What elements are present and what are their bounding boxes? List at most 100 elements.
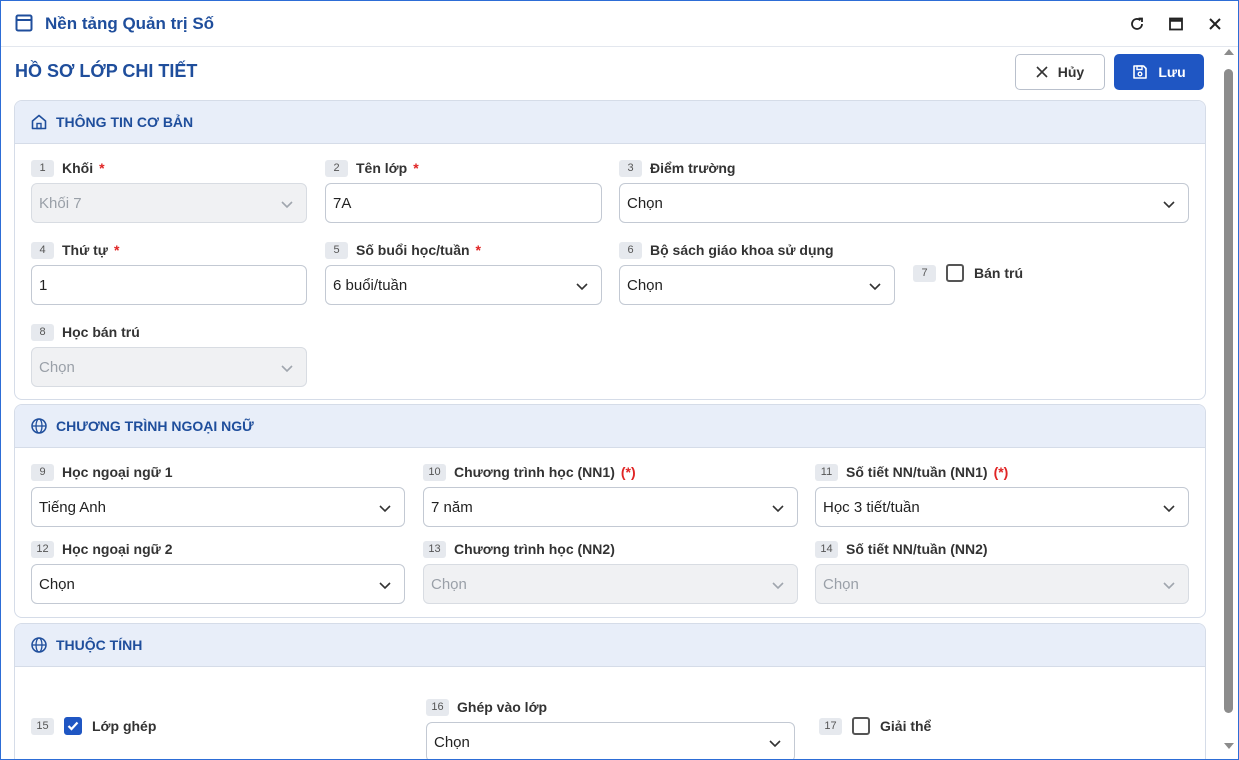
field-number: 5	[325, 241, 348, 259]
order-input[interactable]: 1	[31, 265, 307, 305]
field-number: 7	[913, 264, 936, 282]
field-label: Thứ tự	[62, 242, 108, 258]
sessions-field: 5 Số buổi học/tuần * 6 buổi/tuần	[325, 240, 602, 307]
globe-icon	[31, 637, 47, 653]
globe-icon	[31, 418, 47, 434]
required-marker: *	[99, 160, 105, 176]
required-marker: *	[413, 160, 419, 176]
program2-field: 13 Chương trình học (NN2) Chọn	[423, 539, 798, 606]
sessions-select[interactable]: 6 buổi/tuần	[325, 265, 602, 305]
section-header: THÔNG TIN CƠ BẢN	[15, 101, 1205, 144]
field-number: 14	[815, 540, 838, 558]
field-label: Số buổi học/tuần	[356, 242, 470, 258]
required-marker: *	[475, 242, 481, 258]
section-title: CHƯƠNG TRÌNH NGOẠI NGỮ	[56, 418, 254, 434]
boarding-checkbox[interactable]	[946, 264, 964, 282]
scroll-up-icon[interactable]	[1223, 47, 1235, 57]
periods1-select[interactable]: Học 3 tiết/tuần	[815, 487, 1189, 527]
program1-select[interactable]: 7 năm	[423, 487, 798, 527]
section-header: CHƯƠNG TRÌNH NGOẠI NGỮ	[15, 405, 1205, 448]
field-number: 3	[619, 159, 642, 177]
input-value: 7A	[333, 194, 352, 212]
select-value: 6 buổi/tuần	[333, 276, 408, 294]
grade-select[interactable]: Khối 7	[31, 183, 307, 223]
chevron-down-icon	[576, 283, 588, 291]
field-number: 1	[31, 159, 54, 177]
periods1-field: 11 Số tiết NN/tuần (NN1) (*) Học 3 tiết/…	[815, 462, 1189, 529]
language1-field: 9 Học ngoại ngữ 1 Tiếng Anh	[31, 462, 405, 529]
select-value: Khối 7	[39, 194, 82, 212]
floppy-disk-icon	[1133, 65, 1148, 79]
close-icon[interactable]	[1207, 16, 1223, 32]
field-number: 13	[423, 540, 446, 558]
class-name-field: 2 Tên lớp * 7A	[325, 158, 602, 225]
chevron-down-icon	[281, 201, 293, 209]
chevron-down-icon	[1163, 201, 1175, 209]
periods2-field: 14 Số tiết NN/tuần (NN2) Chọn	[815, 539, 1189, 606]
campus-select[interactable]: Chọn	[619, 183, 1189, 223]
field-label: Học bán trú	[62, 324, 140, 340]
field-number: 15	[31, 717, 54, 735]
section-header: THUỘC TÍNH	[15, 624, 1205, 667]
select-value: Tiếng Anh	[39, 498, 106, 516]
window-icon	[15, 14, 33, 32]
field-number: 16	[426, 698, 449, 716]
field-label: Học ngoại ngữ 2	[62, 541, 173, 557]
boarding-study-select[interactable]: Chọn	[31, 347, 307, 387]
order-field: 4 Thứ tự * 1	[31, 240, 307, 307]
chevron-down-icon	[772, 505, 784, 513]
field-number: 8	[31, 323, 54, 341]
select-value: Học 3 tiết/tuần	[823, 498, 920, 516]
save-button[interactable]: Lưu	[1114, 54, 1204, 90]
x-icon	[1036, 66, 1048, 78]
campus-field: 3 Điểm trường Chọn	[619, 158, 1189, 225]
scroll-down-icon[interactable]	[1223, 741, 1235, 751]
chevron-down-icon	[772, 582, 784, 590]
chevron-down-icon	[1163, 505, 1175, 513]
required-marker: (*)	[993, 464, 1009, 480]
merge-into-field: 16 Ghép vào lớp Chọn	[426, 697, 795, 759]
select-value: Chọn	[431, 575, 467, 593]
refresh-icon[interactable]	[1129, 16, 1145, 32]
language2-select[interactable]: Chọn	[31, 564, 405, 604]
home-icon	[31, 114, 47, 130]
field-number: 6	[619, 241, 642, 259]
cancel-button[interactable]: Hủy	[1015, 54, 1105, 90]
section-title: THUỘC TÍNH	[56, 637, 143, 653]
checkmark-icon	[67, 721, 79, 731]
section-foreign-language: CHƯƠNG TRÌNH NGOẠI NGỮ 9 Học ngoại ngữ 1…	[14, 404, 1206, 618]
field-label: Chương trình học (NN1)	[454, 464, 615, 480]
chevron-down-icon	[379, 582, 391, 590]
checkbox-label: Giải thể	[880, 718, 932, 734]
field-number: 2	[325, 159, 348, 177]
required-marker: (*)	[620, 464, 636, 480]
checkbox-label: Bán trú	[974, 265, 1023, 281]
section-attributes: THUỘC TÍNH 15 Lớp ghép 16 Ghép vào lớp C…	[14, 623, 1206, 759]
class-name-input[interactable]: 7A	[325, 183, 602, 223]
field-label: Số tiết NN/tuần (NN2)	[846, 541, 988, 557]
page-title: HỒ SƠ LỚP CHI TIẾT	[15, 61, 198, 81]
program1-field: 10 Chương trình học (NN1) (*) 7 năm	[423, 462, 798, 529]
boarding-study-field: 8 Học bán trú Chọn	[31, 322, 307, 389]
periods2-select[interactable]: Chọn	[815, 564, 1189, 604]
required-marker: *	[113, 242, 120, 258]
field-label: Học ngoại ngữ 1	[62, 464, 173, 480]
language1-select[interactable]: Tiếng Anh	[31, 487, 405, 527]
scrollbar-thumb[interactable]	[1224, 69, 1233, 713]
dissolved-checkbox[interactable]	[852, 717, 870, 735]
merged-checkbox[interactable]	[64, 717, 82, 735]
field-number: 11	[815, 463, 838, 481]
field-label: Ghép vào lớp	[457, 699, 548, 715]
dissolved-checkbox-field: 17 Giải thể	[819, 715, 931, 737]
select-value: Chọn	[39, 358, 75, 376]
vertical-scrollbar[interactable]	[1220, 47, 1238, 759]
cancel-label: Hủy	[1057, 64, 1085, 80]
field-label: Chương trình học (NN2)	[454, 541, 615, 557]
select-value: Chọn	[627, 276, 663, 294]
program2-select[interactable]: Chọn	[423, 564, 798, 604]
merge-into-select[interactable]: Chọn	[426, 722, 795, 759]
textbook-select[interactable]: Chọn	[619, 265, 895, 305]
field-number: 9	[31, 463, 54, 481]
maximize-icon[interactable]	[1168, 16, 1184, 32]
field-label: Tên lớp	[356, 160, 408, 176]
